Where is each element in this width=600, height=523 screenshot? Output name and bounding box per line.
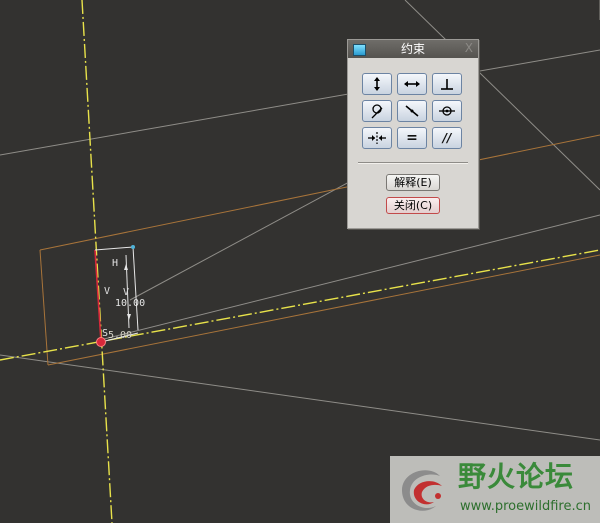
constraint-button-grid: = // <box>362 73 466 149</box>
midpoint-constraint-icon <box>405 105 419 117</box>
vertical-constraint-icon <box>374 77 380 91</box>
sketch-red-line[interactable] <box>94 249 102 343</box>
horizontal-constraint-button[interactable] <box>397 73 427 95</box>
midpoint-constraint-button[interactable] <box>397 100 427 122</box>
watermark-brand: 野火论坛 <box>458 460 575 493</box>
constraint-dialog: 约束 X = // 解释(E) 关闭(C) <box>347 39 479 229</box>
tangent-constraint-button[interactable] <box>362 100 392 122</box>
equal-constraint-icon: = <box>406 130 418 146</box>
sketch-endpoint[interactable] <box>131 245 135 249</box>
dimension-value[interactable]: 10.00 <box>115 298 145 309</box>
perpendicular-constraint-icon <box>441 79 453 90</box>
coincident-constraint-icon <box>439 106 455 116</box>
equal-constraint-button[interactable]: = <box>397 127 427 149</box>
symmetric-constraint-icon <box>368 132 386 144</box>
vertical-axis <box>81 0 113 523</box>
symmetric-constraint-button[interactable] <box>362 127 392 149</box>
close-icon[interactable]: X <box>465 41 473 55</box>
forum-watermark: 野火论坛 www.proewildfire.cn <box>390 456 600 523</box>
watermark-url: www.proewildfire.cn <box>460 499 591 514</box>
tangent-constraint-icon <box>371 104 383 119</box>
vertical-constraint-button[interactable] <box>362 73 392 95</box>
dialog-titlebar[interactable]: 约束 X <box>348 40 478 58</box>
perpendicular-constraint-button[interactable] <box>432 73 462 95</box>
v-constraint-label-right: V <box>123 287 129 298</box>
sketch-viewport[interactable]: H V V 10.00 S 5.00 <box>0 0 600 523</box>
horizontal-axis <box>0 249 600 361</box>
dialog-title: 约束 <box>400 42 425 56</box>
explain-button[interactable]: 解释(E) <box>386 174 440 191</box>
v-constraint-label-left: V <box>104 286 110 297</box>
dialog-separator <box>358 162 468 164</box>
close-button[interactable]: 关闭(C) <box>386 197 440 214</box>
parallel-constraint-button[interactable]: // <box>432 127 462 149</box>
reference-lines <box>0 0 600 441</box>
coincident-constraint-button[interactable] <box>432 100 462 122</box>
phoenix-logo-icon <box>402 470 442 511</box>
horizontal-constraint-icon <box>404 81 420 87</box>
small-dimension-value[interactable]: 5.00 <box>108 330 132 341</box>
parallel-constraint-icon: // <box>442 131 452 145</box>
h-constraint-label: H <box>112 258 118 269</box>
